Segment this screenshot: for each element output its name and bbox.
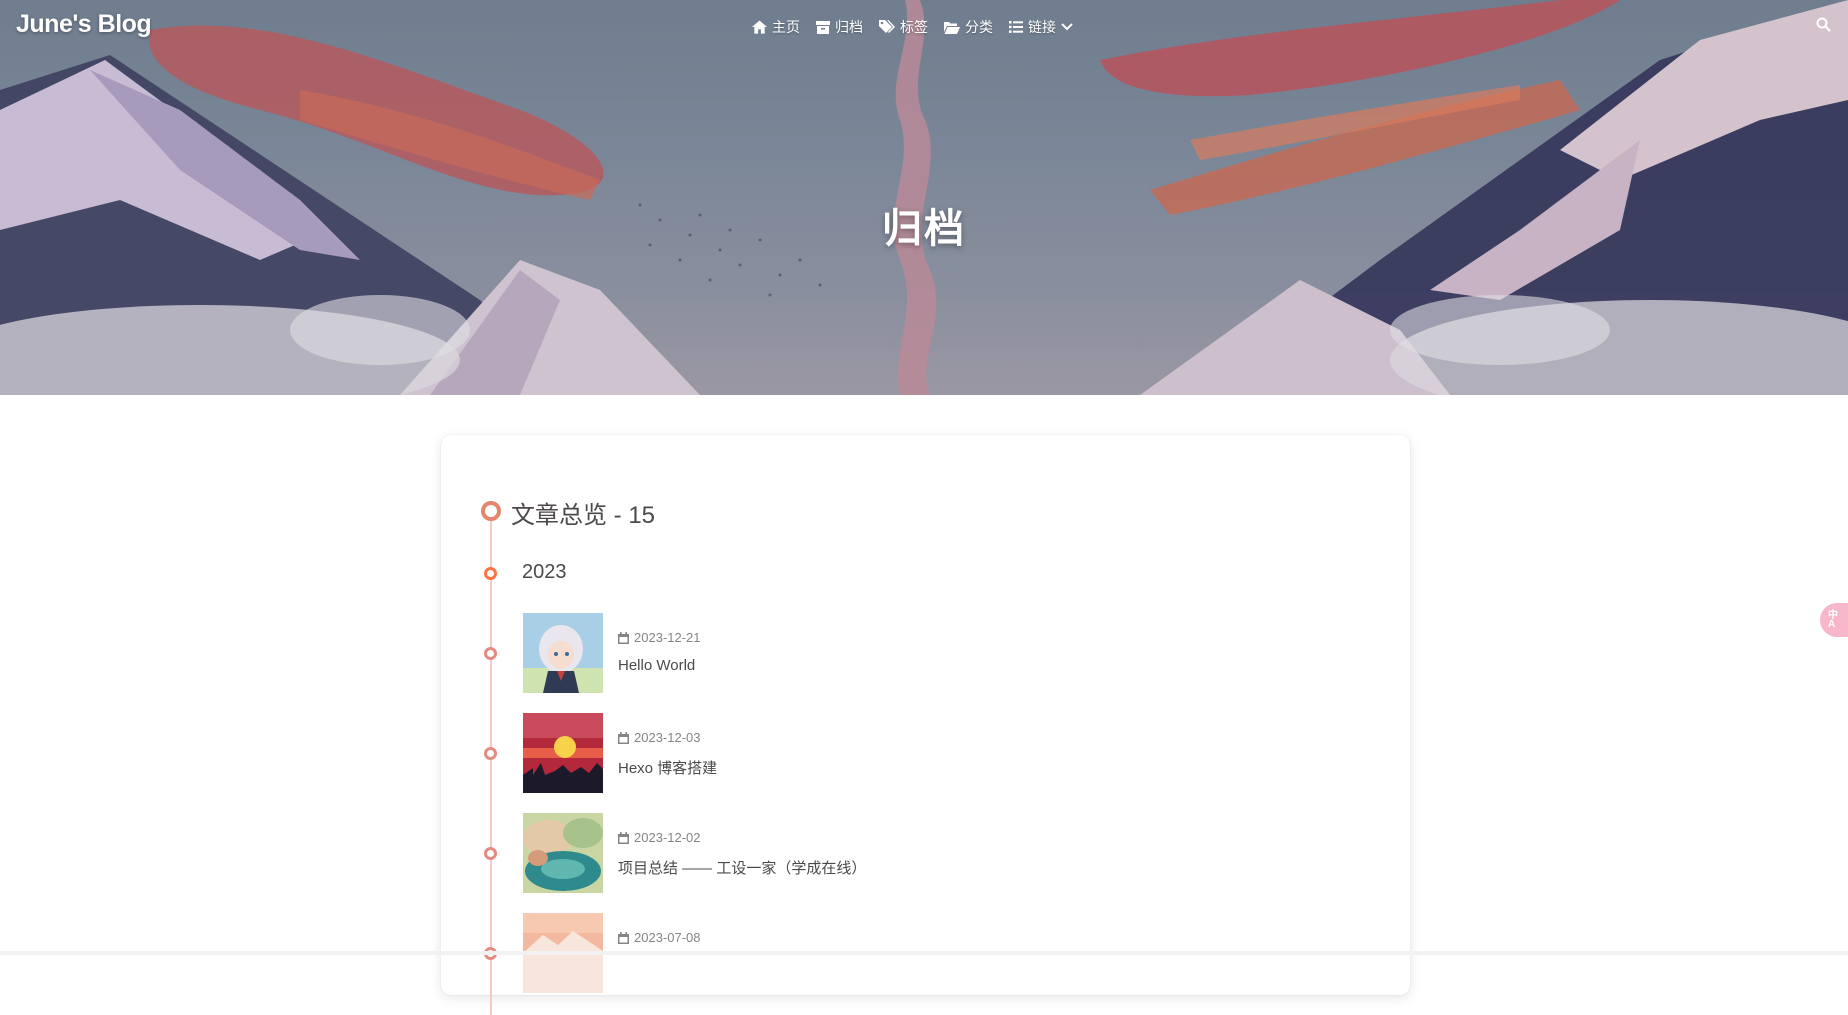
page-header-banner: June's Blog 主页 归档 标签 分类 链接 归档 (0, 0, 1848, 395)
post-date-text: 2023-12-02 (634, 830, 701, 845)
post-thumbnail[interactable] (523, 813, 603, 893)
post-date-text: 2023-12-21 (634, 630, 701, 645)
nav-item-label: 归档 (835, 19, 863, 35)
post-thumbnail[interactable] (523, 613, 603, 693)
nav-item-tags[interactable]: 标签 (879, 17, 928, 37)
calendar-icon (618, 831, 629, 844)
post-date: 2023-12-02 (618, 830, 701, 845)
calendar-icon (618, 631, 629, 644)
post-date: 2023-12-21 (618, 630, 701, 645)
archive-overview-title: 文章总览 - 15 (511, 502, 656, 529)
search-icon (1816, 17, 1831, 32)
nav-item-label: 分类 (965, 19, 993, 35)
archive-post-item: 2023-12-03 Hexo 博客搭建 (441, 713, 1341, 793)
top-navbar: June's Blog 主页 归档 标签 分类 链接 (0, 0, 1848, 54)
nav-item-archive[interactable]: 归档 (816, 17, 863, 37)
post-title-link[interactable]: Hexo 博客搭建 (618, 757, 717, 778)
archive-post-item: 2023-12-21 Hello World (441, 613, 1341, 693)
nav-item-links[interactable]: 链接 (1009, 17, 1073, 37)
translate-toggle-button[interactable]: 中A (1820, 603, 1848, 637)
post-date: 2023-07-08 (618, 930, 701, 945)
post-thumbnail[interactable] (523, 713, 603, 793)
nav-item-label: 标签 (900, 19, 928, 35)
site-title[interactable]: June's Blog (16, 10, 152, 39)
timeline-overview-dot (481, 501, 501, 521)
archive-year: 2023 (522, 561, 567, 583)
calendar-icon (618, 931, 629, 944)
archive-card: 文章总览 - 15 2023 2023-12-21 Hello World 20… (441, 435, 1410, 1015)
post-date: 2023-12-03 (618, 730, 701, 745)
chevron-down-icon (1061, 23, 1073, 31)
nav-menu: 主页 归档 标签 分类 链接 (752, 17, 1089, 37)
post-title-link[interactable]: 项目总结 —— 工设一家（学成在线） (618, 857, 866, 878)
tags-icon (879, 20, 895, 33)
translate-icon: 中A (1828, 610, 1838, 630)
page-bottom-edge (0, 951, 1848, 955)
folder-open-icon (944, 21, 960, 34)
home-icon (752, 20, 767, 34)
archive-icon (816, 20, 830, 34)
timeline-post-dot (484, 747, 497, 760)
timeline-post-dot (484, 647, 497, 660)
post-title-link[interactable]: Hello World (618, 657, 695, 674)
post-date-text: 2023-12-03 (634, 730, 701, 745)
post-date-text: 2023-07-08 (634, 930, 701, 945)
timeline-year-dot (484, 567, 497, 580)
list-icon (1009, 21, 1023, 33)
search-button[interactable] (1816, 17, 1831, 37)
calendar-icon (618, 731, 629, 744)
nav-item-label: 主页 (772, 19, 800, 35)
timeline-post-dot (484, 847, 497, 860)
page-title: 归档 (882, 207, 966, 251)
archive-post-item: 2023-12-02 项目总结 —— 工设一家（学成在线） (441, 813, 1341, 893)
nav-item-label: 链接 (1028, 19, 1056, 35)
nav-item-home[interactable]: 主页 (752, 17, 800, 37)
nav-item-categories[interactable]: 分类 (944, 17, 993, 37)
